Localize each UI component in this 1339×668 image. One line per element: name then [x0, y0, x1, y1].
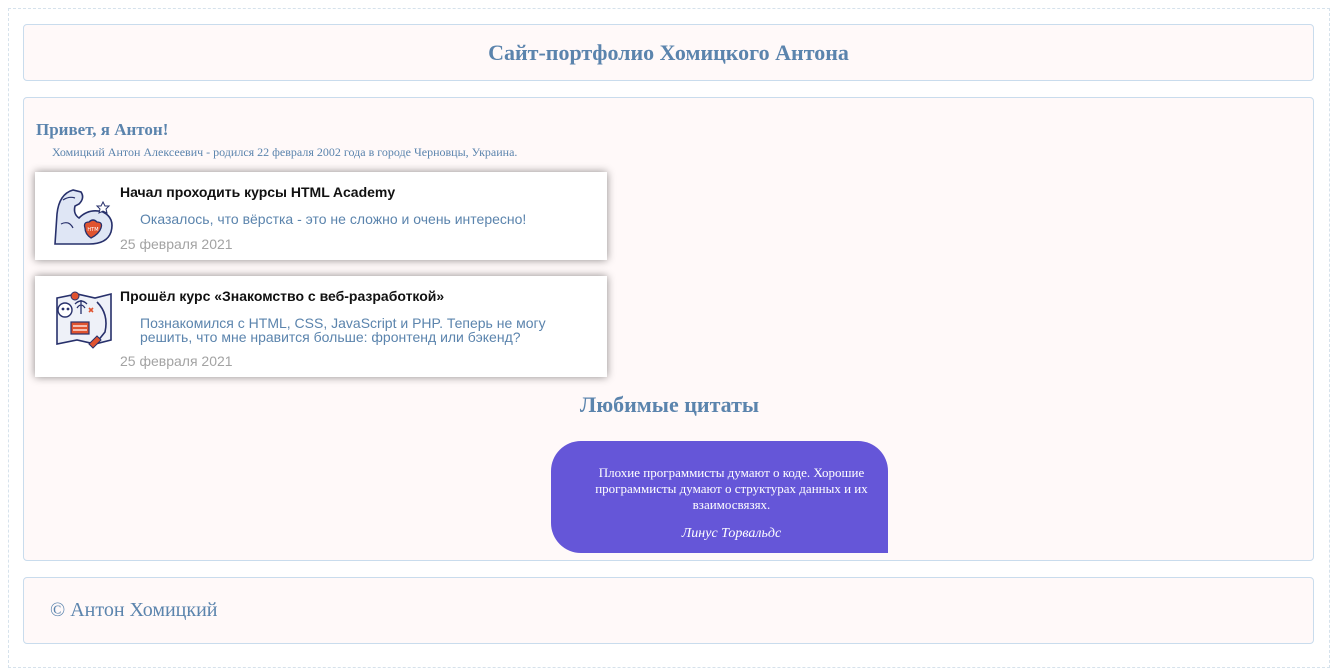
post-date: 25 февраля 2021	[120, 353, 233, 369]
copyright-text: © Антон Хомицкий	[50, 599, 218, 621]
post-title: Начал проходить курсы HTML Academy	[120, 184, 396, 200]
quote-author: Линус Торвальдс	[681, 526, 782, 541]
post-card: HTM Начал проходить курсы HTML Academy О…	[35, 172, 607, 260]
site-header: Сайт-портфолио Хомицкого Антона	[23, 24, 1314, 81]
bio-text: Хомицкий Антон Алексеевич - родился 22 ф…	[52, 145, 518, 159]
site-footer: © Антон Хомицкий	[23, 577, 1314, 644]
post-text: Познакомился с HTML, CSS, JavaScript и P…	[140, 315, 546, 345]
quotes-heading: Любимые цитаты	[579, 392, 760, 417]
muscle-arm-icon: HTM	[54, 189, 113, 245]
post-date: 25 февраля 2021	[120, 236, 233, 252]
quote-text: Плохие программисты думают о коде. Хорош…	[595, 465, 868, 512]
post-text: Оказалось, что вёрстка - это не сложно и…	[140, 211, 527, 227]
greeting-heading: Привет, я Антон!	[36, 120, 169, 139]
quote-card: Плохие программисты думают о коде. Хорош…	[551, 441, 888, 553]
post-card: Прошёл курс «Знакомство с веб-разработко…	[35, 276, 607, 377]
treasure-map-icon	[56, 291, 112, 349]
svg-text:HTM: HTM	[87, 227, 98, 233]
page-title: Сайт-портфолио Хомицкого Антона	[488, 40, 849, 65]
post-title: Прошёл курс «Знакомство с веб-разработко…	[120, 288, 445, 304]
main-content: Привет, я Антон! Хомицкий Антон Алексеев…	[23, 97, 1314, 561]
